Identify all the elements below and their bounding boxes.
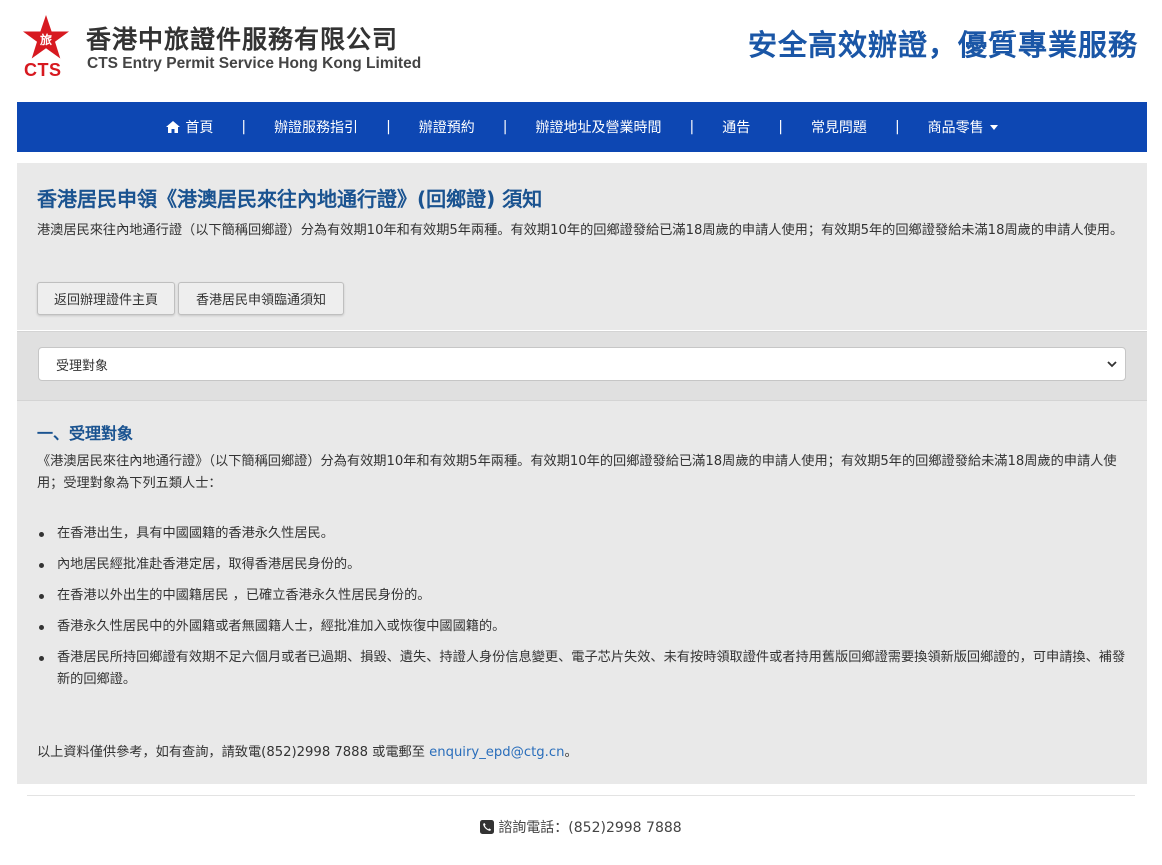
nav-separator: |	[502, 119, 508, 135]
phone-label: 諮詢電話：(852)2998 7888	[498, 820, 682, 836]
intro-text: 港澳居民來往內地通行證（以下簡稱回鄉證）分為有效期10年和有效期5年兩種。有效期…	[37, 223, 1124, 238]
section-title: 一、受理對象	[37, 424, 134, 443]
footer-phone: 諮詢電話：(852)2998 7888	[0, 817, 1162, 837]
nav-separator: |	[894, 119, 900, 135]
nav-home-label: 首頁	[185, 120, 214, 136]
enquiry-note-suffix: 。	[564, 745, 578, 760]
enquiry-note-prefix: 以上資料僅供參考，如有查詢，請致電(852)2998 7888 或電郵至	[37, 745, 430, 760]
enquiry-note: 以上資料僅供參考，如有查詢，請致電(852)2998 7888 或電郵至 enq…	[37, 741, 578, 760]
email-link[interactable]: enquiry_epd@ctg.cn	[429, 745, 564, 760]
nav-service-guide-label: 辦證服務指引	[274, 120, 359, 136]
section-text: 《港澳居民來往內地通行證》（以下簡稱回鄉證）分為有效期10年和有效期5年兩種。有…	[37, 454, 1117, 491]
eligibility-list: 在香港出生，具有中國國籍的香港永久性居民。 內地居民經批准赴香港定居，取得香港居…	[37, 523, 1129, 700]
main-nav: 首頁 | 辦證服務指引 | 辦證預約 | 辦證地址及營業時間 | 通告 | 常見…	[17, 102, 1147, 152]
nav-appointment-label: 辦證預約	[418, 120, 475, 136]
nav-separator: |	[241, 119, 247, 135]
nav-address-hours-label: 辦證地址及營業時間	[535, 120, 662, 136]
phone-icon	[480, 820, 495, 834]
nav-address-hours[interactable]: 辦證地址及營業時間	[536, 117, 662, 137]
nav-appointment[interactable]: 辦證預約	[419, 117, 475, 137]
site-header: 旅 CTS 香港中旅證件服務有限公司 CTS Entry Permit Serv…	[0, 0, 1162, 102]
back-to-main-button[interactable]: 返回辦理證件主頁	[37, 282, 175, 315]
cts-logo[interactable]: 旅 CTS	[22, 14, 72, 80]
nav-retail-dropdown[interactable]: 商品零售	[928, 117, 998, 137]
temporary-permit-notice-button[interactable]: 香港居民申領臨通須知	[178, 282, 344, 315]
svg-text:旅: 旅	[40, 32, 52, 47]
nav-notices[interactable]: 通告	[722, 117, 750, 137]
nav-separator: |	[386, 119, 391, 135]
logo-text: CTS	[24, 60, 62, 80]
nav-home[interactable]: 首頁	[166, 117, 213, 137]
nav-retail-label: 商品零售	[927, 120, 984, 136]
nav-faq[interactable]: 常見問題	[811, 117, 867, 137]
nav-notices-label: 通告	[722, 120, 751, 136]
nav-service-guide[interactable]: 辦證服務指引	[274, 117, 358, 137]
page-title: 香港居民申領《港澳居民來往內地通行證》(回鄉證) 須知	[37, 187, 543, 211]
list-item: 在香港出生，具有中國國籍的香港永久性居民。	[37, 523, 1129, 545]
home-icon	[166, 121, 181, 133]
section-select[interactable]: 受理對象	[38, 347, 1126, 381]
nav-faq-label: 常見問題	[810, 120, 867, 136]
list-item: 香港永久性居民中的外國籍或者無國籍人士，經批准加入或恢復中國國籍的。	[37, 616, 1129, 638]
chevron-down-icon	[1107, 361, 1117, 368]
list-item: 內地居民經批准赴香港定居，取得香港居民身份的。	[37, 554, 1129, 576]
list-item: 在香港以外出生的中國籍居民 ，已確立香港永久性居民身份的。	[37, 585, 1129, 607]
nav-separator: |	[689, 119, 695, 135]
slogan: 安全高效辦證，優質專業服務	[747, 28, 1138, 62]
nav-separator: |	[778, 119, 783, 135]
intro-panel: 香港居民申領《港澳居民來往內地通行證》(回鄉證) 須知 港澳居民來往內地通行證（…	[17, 163, 1147, 330]
content-panel: 一、受理對象 《港澳居民來往內地通行證》（以下簡稱回鄉證）分為有效期10年和有效…	[17, 401, 1147, 784]
footer-divider	[27, 795, 1135, 796]
section-select-value: 受理對象	[56, 358, 109, 374]
list-item: 香港居民所持回鄉證有效期不足六個月或者已過期、損毀、遺失、持證人身份信息變更、電…	[37, 647, 1129, 691]
company-name-cn: 香港中旅證件服務有限公司	[86, 25, 399, 54]
caret-down-icon	[989, 124, 998, 130]
star-logo-icon: 旅	[23, 15, 69, 59]
section-select-panel: 受理對象	[17, 331, 1147, 401]
company-name-en: CTS Entry Permit Service Hong Kong Limit…	[87, 55, 422, 72]
